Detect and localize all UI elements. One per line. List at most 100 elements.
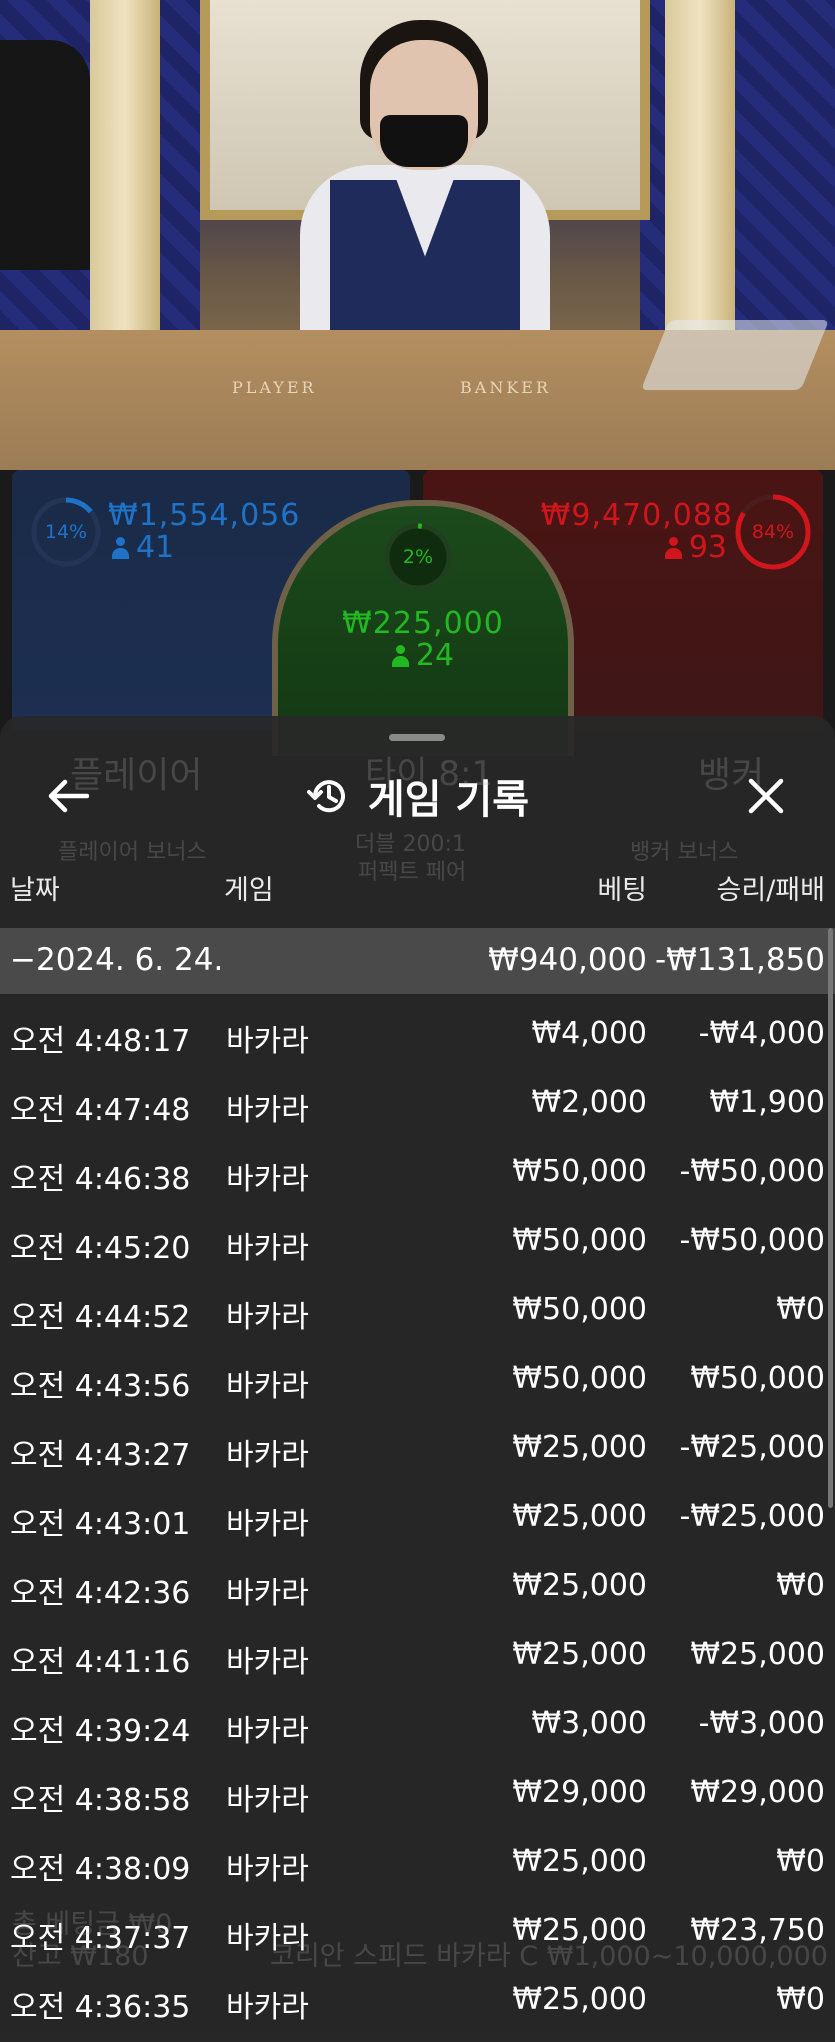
date-group-result: -₩131,850 bbox=[654, 942, 825, 978]
person-icon bbox=[664, 537, 682, 559]
history-icon bbox=[306, 780, 345, 813]
row-result: ₩0 bbox=[776, 1292, 825, 1327]
row-result: ₩23,750 bbox=[690, 1913, 825, 1948]
column-result: 승리/패배 bbox=[716, 875, 825, 906]
history-row[interactable]: 오전 4:38:09 바카라 ₩25,000 ₩0 bbox=[0, 1826, 835, 1895]
history-row[interactable]: 오전 4:42:36 바카라 ₩25,000 ₩0 bbox=[0, 1550, 835, 1619]
pillar-left bbox=[90, 0, 160, 330]
row-result: -₩50,000 bbox=[679, 1154, 825, 1189]
history-row[interactable]: 오전 4:36:35 바카라 ₩25,000 ₩0 bbox=[0, 1964, 835, 2033]
column-headers: 날짜 게임 베팅 승리/패배 bbox=[0, 866, 835, 906]
row-result: ₩0 bbox=[776, 1844, 825, 1879]
row-time: 오전 4:41:16 bbox=[10, 1645, 191, 1680]
history-row[interactable]: 오전 4:37:37 바카라 ₩25,000 ₩23,750 bbox=[0, 1895, 835, 1964]
row-time: 오전 4:39:24 bbox=[10, 1714, 191, 1749]
row-bet: ₩50,000 bbox=[512, 1223, 647, 1258]
person-icon bbox=[391, 645, 409, 667]
person-icon bbox=[112, 537, 129, 559]
history-row[interactable]: 오전 4:39:24 바카라 ₩3,000 -₩3,000 bbox=[0, 1688, 835, 1757]
player-percent-ring: 14% bbox=[30, 496, 102, 568]
sheet-drag-handle[interactable] bbox=[389, 734, 445, 741]
tie-count-value: 24 bbox=[415, 638, 455, 673]
row-game: 바카라 bbox=[226, 1093, 309, 1128]
date-group-bet: ₩940,000 bbox=[488, 942, 647, 978]
row-time: 오전 4:43:27 bbox=[10, 1438, 191, 1473]
history-row[interactable]: 오전 4:43:01 바카라 ₩25,000 -₩25,000 bbox=[0, 1481, 835, 1550]
row-bet: ₩25,000 bbox=[512, 1913, 647, 1948]
row-bet: ₩50,000 bbox=[512, 1361, 647, 1396]
row-time: 오전 4:45:20 bbox=[10, 1231, 191, 1266]
row-time: 오전 4:37:37 bbox=[10, 1921, 191, 1956]
row-game: 바카라 bbox=[226, 1507, 309, 1542]
row-game: 바카라 bbox=[226, 1438, 309, 1473]
row-time: 오전 4:46:38 bbox=[10, 1162, 191, 1197]
row-bet: ₩25,000 bbox=[512, 1844, 647, 1879]
close-icon bbox=[748, 778, 784, 814]
row-game: 바카라 bbox=[226, 1921, 309, 1956]
row-game: 바카라 bbox=[226, 1576, 309, 1611]
history-row[interactable]: 오전 4:47:48 바카라 ₩2,000 ₩1,900 bbox=[0, 1067, 835, 1136]
banker-count: 93 bbox=[664, 530, 727, 565]
row-result: -₩50,000 bbox=[679, 1223, 825, 1258]
history-row[interactable]: 오전 4:41:16 바카라 ₩25,000 ₩25,000 bbox=[0, 1619, 835, 1688]
tie-percent-ring: 2% bbox=[383, 522, 453, 592]
row-game: 바카라 bbox=[226, 1369, 309, 1404]
banker-percent-ring: 84% bbox=[733, 492, 813, 572]
row-result: -₩25,000 bbox=[679, 1430, 825, 1465]
row-bet: ₩29,000 bbox=[512, 1775, 647, 1810]
banker-count-value: 93 bbox=[688, 530, 727, 565]
banker-percent: 84% bbox=[751, 521, 795, 543]
game-history-sheet: 게임 기록 날짜 게임 베팅 승리/패배 −2024. 6. 24. ₩940,… bbox=[0, 716, 835, 2042]
pillar-right bbox=[665, 0, 735, 330]
row-bet: ₩50,000 bbox=[512, 1292, 647, 1327]
history-row[interactable]: 오전 4:43:56 바카라 ₩50,000 ₩50,000 bbox=[0, 1343, 835, 1412]
row-time: 오전 4:44:52 bbox=[10, 1300, 191, 1335]
row-bet: ₩25,000 bbox=[512, 1430, 647, 1465]
row-bet: ₩25,000 bbox=[512, 1568, 647, 1603]
row-game: 바카라 bbox=[226, 1162, 309, 1197]
row-bet: ₩25,000 bbox=[512, 1499, 647, 1534]
history-row[interactable]: 오전 4:45:20 바카라 ₩50,000 -₩50,000 bbox=[0, 1205, 835, 1274]
row-result: ₩1,900 bbox=[709, 1085, 825, 1120]
row-time: 오전 4:43:01 bbox=[10, 1507, 191, 1542]
row-bet: ₩3,000 bbox=[531, 1706, 647, 1741]
row-game: 바카라 bbox=[226, 1714, 309, 1749]
row-game: 바카라 bbox=[226, 1852, 309, 1887]
card-shoe bbox=[640, 320, 830, 390]
row-result: ₩0 bbox=[776, 1982, 825, 2017]
scrollbar[interactable] bbox=[828, 928, 833, 1508]
column-game: 게임 bbox=[224, 875, 274, 906]
history-row[interactable]: 오전 4:48:17 바카라 ₩4,000 -₩4,000 bbox=[0, 998, 835, 1067]
column-bet: 베팅 bbox=[597, 875, 647, 906]
date-group-label: −2024. 6. 24. bbox=[10, 942, 224, 978]
row-result: -₩4,000 bbox=[698, 1016, 825, 1051]
row-time: 오전 4:38:09 bbox=[10, 1852, 191, 1887]
background-person bbox=[0, 40, 90, 270]
row-result: ₩25,000 bbox=[690, 1637, 825, 1672]
live-video-feed: PLAYER BANKER bbox=[0, 0, 835, 470]
row-bet: ₩4,000 bbox=[531, 1016, 647, 1051]
row-game: 바카라 bbox=[226, 1300, 309, 1335]
column-date: 날짜 bbox=[10, 875, 60, 906]
row-time: 오전 4:36:35 bbox=[10, 1990, 191, 2025]
date-group-row[interactable]: −2024. 6. 24. ₩940,000 -₩131,850 bbox=[0, 928, 835, 994]
close-button[interactable] bbox=[740, 770, 792, 822]
sheet-header: 게임 기록 bbox=[0, 768, 835, 824]
row-result: ₩29,000 bbox=[690, 1775, 825, 1810]
row-time: 오전 4:48:17 bbox=[10, 1024, 191, 1059]
history-row[interactable]: 오전 4:44:52 바카라 ₩50,000 ₩0 bbox=[0, 1274, 835, 1343]
row-game: 바카라 bbox=[226, 1783, 309, 1818]
tie-percent: 2% bbox=[402, 546, 434, 568]
row-result: -₩3,000 bbox=[698, 1706, 825, 1741]
row-game: 바카라 bbox=[226, 1024, 309, 1059]
table-label-player: PLAYER bbox=[232, 378, 317, 397]
player-total-amount: ₩1,554,056 bbox=[108, 498, 301, 533]
history-row[interactable]: 오전 4:43:27 바카라 ₩25,000 -₩25,000 bbox=[0, 1412, 835, 1481]
history-row[interactable]: 오전 4:46:38 바카라 ₩50,000 -₩50,000 bbox=[0, 1136, 835, 1205]
row-result: ₩50,000 bbox=[690, 1361, 825, 1396]
row-game: 바카라 bbox=[226, 1645, 309, 1680]
history-row[interactable]: 오전 4:38:58 바카라 ₩29,000 ₩29,000 bbox=[0, 1757, 835, 1826]
table-label-banker: BANKER bbox=[460, 378, 551, 397]
row-time: 오전 4:38:58 bbox=[10, 1783, 191, 1818]
row-game: 바카라 bbox=[226, 1231, 309, 1266]
